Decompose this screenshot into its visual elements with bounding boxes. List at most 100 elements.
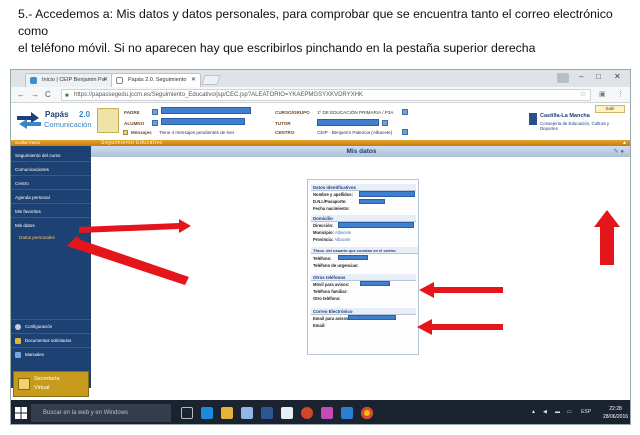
sidebar-item-label: Agenda personal [15, 195, 50, 200]
edge-icon[interactable] [201, 407, 213, 419]
jccm-title: Castilla-La Mancha [540, 113, 590, 119]
new-tab-button[interactable] [201, 75, 221, 85]
main-content: Mis datos ✎ ● Datos identificativos Nomb… [91, 146, 630, 388]
window-close-icon[interactable]: ✕ [614, 72, 621, 81]
tab-label: Papás 2.0. Seguimiento [128, 77, 187, 83]
field-provincia: Provincia: Albacete [313, 237, 350, 242]
secretaria-virtual-button[interactable]: Secretaría Virtual [13, 371, 89, 397]
maximize-icon[interactable]: □ [596, 72, 601, 81]
sidebar-item-manuales[interactable]: Manuales [11, 347, 91, 361]
site-header: Papás 2.0 Comunicación PADRE ALUMNO Mens… [11, 103, 630, 140]
outlook-icon[interactable] [341, 407, 353, 419]
menu-icon[interactable]: ⋮ [617, 90, 624, 98]
sidebar-item-favoritos[interactable]: Mis favoritos [11, 205, 91, 218]
word-icon[interactable] [261, 407, 273, 419]
sidebar-item-configuracion[interactable]: Configuración [11, 319, 91, 333]
taskbar-search[interactable]: Buscar en la web y en Windows [31, 404, 171, 422]
salir-button[interactable]: Salir [595, 105, 625, 113]
section-identificativos: Datos identificativos [311, 184, 416, 191]
photos-icon[interactable] [321, 407, 333, 419]
browser-tab-bar: Inicio | CEIP Benjamin Pa ✕ Papás 2.0. S… [11, 70, 630, 87]
reload-icon[interactable]: C [45, 90, 51, 99]
sidebar-item-label: Seguimiento del curso [15, 153, 61, 158]
field-label: Provincia: [313, 237, 334, 242]
student-photo [97, 108, 119, 133]
field-email: Email: [313, 323, 326, 328]
card-icon[interactable] [152, 109, 158, 115]
sidebar-item-label: Datos personales [19, 235, 55, 240]
card-icon[interactable] [152, 120, 158, 126]
sidebar-item-label: Manuales [25, 352, 45, 357]
close-icon[interactable]: ✕ [103, 74, 108, 86]
dni-redacted [359, 199, 385, 204]
curso-label: CURSO/GRUPO [275, 110, 310, 115]
extension-icon[interactable]: ▣ [599, 90, 606, 98]
tutor-label: TUTOR [275, 121, 291, 126]
app-name: Papás [45, 110, 69, 119]
url-input[interactable]: ■ https://papassegedu.jccm.es/Seguimient… [61, 89, 591, 101]
explorer-icon[interactable] [221, 407, 233, 419]
padre-redacted [161, 107, 251, 114]
browser-tab-papas[interactable]: Papás 2.0. Seguimiento ✕ [111, 73, 201, 87]
minimize-icon[interactable]: – [579, 72, 583, 81]
volume-icon[interactable]: ◀ [543, 409, 547, 415]
mensajes-value[interactable]: Tiene 4 mensajes pendientes de leer [159, 130, 234, 135]
sidebar-item-documentos[interactable]: Documentos solicitados [11, 333, 91, 347]
email-avisos-redacted [348, 315, 396, 320]
search-placeholder: Buscar en la web y en Windows [43, 410, 129, 416]
windows-start-icon[interactable] [15, 407, 27, 419]
language-indicator[interactable]: ESP [581, 409, 591, 415]
field-label: Teléfono: [313, 256, 332, 261]
edit-icon[interactable]: ✎ [614, 149, 619, 155]
field-label: Nombre y apellidos: [313, 192, 354, 197]
app-version: 2.0 [79, 110, 91, 119]
sidebar-item-label: Centro [15, 181, 29, 186]
personal-data-card: Datos identificativos Nombre y apellidos… [307, 179, 419, 355]
movil-redacted [360, 281, 390, 286]
info-icon[interactable] [382, 120, 388, 126]
taskbar-clock[interactable]: 22:28 28/06/2016 [603, 405, 628, 421]
sidebar-item-seguimiento[interactable]: Seguimiento del curso [11, 149, 91, 162]
edit-icons: ✎ ● [614, 148, 624, 155]
field-otro: Otro teléfono: [313, 296, 341, 301]
windows-taskbar: Buscar en la web y en Windows ▲ ◀ ▬ ▭ ES… [11, 400, 630, 424]
sidebar-item-label: Configuración [25, 324, 53, 329]
help-icon[interactable]: ● [620, 149, 624, 155]
sidebar-item-centro[interactable]: Centro [11, 177, 91, 190]
clock-date: 28/06/2016 [603, 414, 629, 420]
user-profile-button[interactable] [557, 73, 569, 83]
centro-value: CEIP - Benjamín Palencia (Albacete) [317, 130, 393, 135]
field-label: Móvil para avisos: [313, 282, 350, 287]
sidebar-item-comunicaciones[interactable]: Comunicaciones [11, 163, 91, 176]
notification-icon[interactable]: ▭ [567, 409, 572, 415]
envelope-icon[interactable] [123, 130, 128, 135]
instruction-line-1: 5.- Accedemos a: Mis datos y datos perso… [18, 7, 613, 38]
battery-icon[interactable]: ▬ [555, 409, 560, 415]
forward-icon[interactable]: → [31, 90, 39, 99]
mensajes-label: Mensajes [131, 130, 152, 135]
close-icon[interactable]: ✕ [191, 74, 196, 86]
network-icon[interactable]: ▲ [531, 409, 536, 415]
sidebar-item-label: Mis favoritos [15, 209, 41, 214]
field-label: Dirección: [313, 223, 334, 228]
papas-logo[interactable]: Papás 2.0 Comunicación [17, 108, 97, 136]
task-view-icon[interactable] [181, 407, 193, 419]
jccm-logo: Castilla-La Mancha Consejería de Educaci… [529, 113, 627, 133]
chrome-icon[interactable] [361, 407, 373, 419]
address-bar: ← → C ■ https://papassegedu.jccm.es/Segu… [11, 87, 630, 103]
browser-tab-inicio[interactable]: Inicio | CEIP Benjamin Pa ✕ [25, 73, 113, 87]
sidebar-item-agenda[interactable]: Agenda personal [11, 191, 91, 204]
info-icon[interactable] [402, 109, 408, 115]
bookmark-star-icon[interactable]: ☆ [580, 90, 586, 100]
sidebar-item-label: Comunicaciones [15, 167, 49, 172]
info-icon[interactable] [402, 129, 408, 135]
store-icon[interactable] [241, 407, 253, 419]
app-icon[interactable] [281, 407, 293, 419]
section-telefonos: Tfnos. del usuario que constan en el cen… [311, 247, 418, 254]
back-icon[interactable]: ← [17, 90, 25, 99]
paint-icon[interactable] [301, 407, 313, 419]
sidebar-item-datos-personales[interactable]: Datos personales [11, 231, 91, 244]
field-label: Email: [313, 323, 326, 328]
padre-label: PADRE [124, 110, 140, 115]
instruction-line-2: el teléfono móvil. Si no aparecen hay qu… [18, 41, 536, 55]
